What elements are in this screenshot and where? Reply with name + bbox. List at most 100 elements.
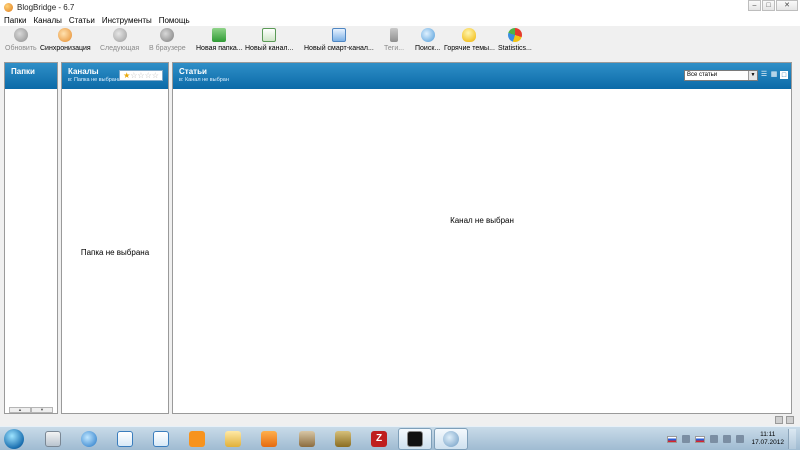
status-network-icon: [775, 416, 783, 424]
menu-help[interactable]: Помощь: [159, 16, 190, 25]
gimp-app[interactable]: [290, 428, 324, 450]
language-flag-icon[interactable]: [667, 435, 678, 443]
search-icon: [420, 28, 435, 42]
ie-window-2-app[interactable]: [144, 428, 178, 450]
star-icon: ★: [123, 71, 131, 80]
filezilla-icon: Z: [371, 431, 387, 447]
ie-window-app[interactable]: [108, 428, 142, 450]
tags-label: Теги...: [384, 45, 405, 52]
refresh-button[interactable]: Обновить: [5, 28, 37, 52]
blogbridge-icon: [443, 431, 459, 447]
internet-explorer-icon: [81, 431, 97, 447]
search-button[interactable]: Поиск...: [415, 28, 440, 52]
hot-topics-button[interactable]: Горячие темы...: [444, 28, 495, 52]
new-smart-channel-button[interactable]: Новый смарт-канал...: [304, 28, 374, 52]
blogbridge-app[interactable]: [434, 428, 468, 450]
next-button[interactable]: Следующая: [100, 28, 139, 52]
articles-empty-message: Канал не выбран: [450, 216, 514, 225]
scroll-up-button[interactable]: ▲: [9, 407, 31, 413]
smart-channel-icon: [331, 28, 346, 42]
filezilla-app[interactable]: Z: [362, 428, 396, 450]
system-tray: 11:11 17.07.2012: [662, 429, 796, 449]
status-activity-icon: [786, 416, 794, 424]
next-icon: [112, 28, 127, 42]
menu-articles[interactable]: Статьи: [69, 16, 95, 25]
start-button[interactable]: [4, 429, 24, 449]
tools-app[interactable]: [326, 428, 360, 450]
folders-scroll-controls: ▲ ▼: [9, 407, 53, 413]
folders-header: Папки: [5, 63, 57, 89]
taskbar: Z 11:11 17.07.2012: [0, 426, 800, 450]
sync-icon: [58, 28, 73, 42]
hot-topics-icon: [462, 28, 477, 42]
status-icons: [772, 416, 794, 424]
keyboard-flag-icon[interactable]: [695, 435, 706, 443]
refresh-icon: [13, 28, 28, 42]
channels-empty-message: Папка не выбрана: [80, 248, 150, 257]
channels-subtitle: в: Папка не выбрана: [68, 77, 121, 83]
new-smart-channel-label: Новый смарт-канал...: [304, 45, 374, 52]
new-channel-button[interactable]: Новый канал...: [245, 28, 293, 52]
next-label: Следующая: [100, 45, 140, 52]
media-player-app[interactable]: [252, 428, 286, 450]
list-view-icon[interactable]: ☰: [760, 71, 768, 79]
articles-header: Статьи в: Канал не выбран Все статьи ▼ ☰…: [173, 63, 791, 89]
calculator-app[interactable]: [36, 428, 70, 450]
refresh-label: Обновить: [5, 45, 37, 52]
hot-topics-label: Горячие темы...: [444, 45, 495, 52]
explorer-app[interactable]: [216, 428, 250, 450]
star-icon: ☆: [130, 71, 138, 80]
odnoklassniki-icon: [189, 431, 205, 447]
articles-filter-value: Все статьи: [687, 72, 718, 78]
scroll-down-button[interactable]: ▼: [31, 407, 53, 413]
calculator-icon: [45, 431, 61, 447]
menu-channels[interactable]: Каналы: [34, 16, 62, 25]
statistics-label: Statistics...: [498, 45, 532, 52]
menu-tools[interactable]: Инструменты: [102, 16, 152, 25]
maximize-button[interactable]: □: [762, 0, 775, 11]
toolbar: Обновить Синхронизация Следующая В брауз…: [0, 26, 800, 60]
star-icon: ☆: [151, 71, 159, 80]
chevron-down-icon: ▼: [748, 71, 757, 80]
clock[interactable]: 11:11 17.07.2012: [751, 431, 784, 447]
clock-time: 11:11: [760, 431, 776, 438]
ie-window-icon: [153, 431, 169, 447]
minimize-button[interactable]: –: [748, 0, 761, 11]
channels-title: Каналы: [68, 67, 99, 76]
new-folder-icon: [212, 28, 227, 42]
new-channel-icon: [262, 28, 277, 42]
odnoklassniki-app[interactable]: [180, 428, 214, 450]
network-icon[interactable]: [723, 435, 732, 443]
close-button[interactable]: ✕: [776, 0, 798, 11]
new-folder-label: Новая папка...: [196, 45, 243, 52]
media-player-icon: [261, 431, 277, 447]
rating-filter[interactable]: ★ ☆ ☆ ☆ ☆: [119, 70, 163, 81]
star-icon: ☆: [137, 71, 145, 80]
clock-date: 17.07.2012: [751, 439, 784, 446]
articles-filter-select[interactable]: Все статьи ▼: [684, 70, 758, 81]
tags-button[interactable]: Теги...: [384, 28, 404, 52]
title-bar: BlogBridge - 6.7 – □ ✕: [0, 0, 800, 14]
grid-view-icon[interactable]: ▦: [770, 71, 778, 79]
window-controls: – □ ✕: [747, 0, 798, 11]
articles-subtitle: в: Канал не выбран: [179, 77, 229, 83]
show-desktop-button[interactable]: [788, 429, 796, 449]
action-center-icon[interactable]: [710, 435, 719, 443]
sync-button[interactable]: Синхронизация: [40, 28, 91, 52]
tray-arrow-icon[interactable]: [682, 435, 691, 443]
browser-icon: [160, 28, 175, 42]
console-app[interactable]: [398, 428, 432, 450]
open-in-browser-button[interactable]: В браузере: [149, 28, 186, 52]
internet-explorer-app[interactable]: [72, 428, 106, 450]
new-folder-button[interactable]: Новая папка...: [196, 28, 243, 52]
window-title: BlogBridge - 6.7: [17, 2, 75, 12]
statistics-button[interactable]: Statistics...: [498, 28, 532, 52]
articles-title: Статьи: [179, 67, 207, 76]
console-icon: [407, 431, 423, 447]
channels-panel: Каналы в: Папка не выбрана ★ ☆ ☆ ☆ ☆ Пап…: [61, 62, 169, 414]
menu-folders[interactable]: Папки: [4, 16, 27, 25]
blogbridge-logo-icon: [4, 2, 13, 12]
full-view-icon[interactable]: □: [780, 71, 788, 79]
menu-bar: Папки Каналы Статьи Инструменты Помощь: [0, 14, 800, 26]
volume-icon[interactable]: [736, 435, 745, 443]
